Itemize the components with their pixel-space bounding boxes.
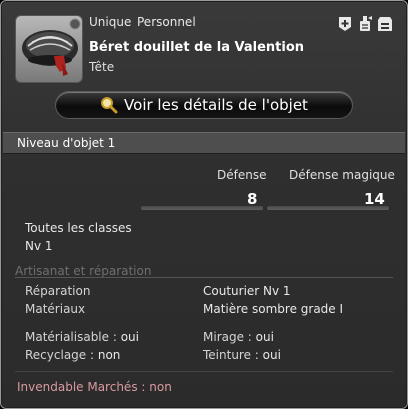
- crest-icon[interactable]: [357, 15, 373, 33]
- repair-value: Couturier Nv 1: [203, 284, 291, 298]
- dye-row: Teinture : oui: [203, 348, 281, 362]
- storage-icon[interactable]: [377, 15, 393, 33]
- stat-magic-defense-underline: [267, 206, 389, 210]
- mirage-row: Mirage : oui: [203, 330, 274, 344]
- rarity-label: Unique: [89, 15, 132, 29]
- materialize-value: oui: [120, 330, 139, 344]
- footer-divider: [15, 371, 393, 372]
- dye-value: oui: [262, 348, 281, 362]
- binding-label: Personnel: [137, 15, 196, 29]
- item-tooltip: Unique Personnel Béret douillet de la Va…: [0, 0, 408, 409]
- view-details-button[interactable]: Voir les détails de l'objet: [55, 91, 353, 119]
- class-requirement: Toutes les classes: [25, 221, 132, 235]
- item-name: Béret douillet de la Valention: [89, 40, 305, 55]
- crafting-section-title: Artisanat et réparation: [15, 264, 152, 278]
- repair-label: Réparation: [25, 284, 91, 298]
- top-icons: [337, 15, 393, 33]
- mirage-label: Mirage :: [203, 330, 256, 344]
- view-details-label: Voir les détails de l'objet: [124, 96, 308, 114]
- magnifier-icon: [101, 97, 118, 114]
- plus-icon[interactable]: [337, 15, 353, 33]
- mirage-value: oui: [255, 330, 274, 344]
- level-requirement: Nv 1: [25, 239, 53, 253]
- stat-magic-defense-label: Défense magique: [289, 168, 395, 182]
- stat-defense-label: Défense: [217, 168, 267, 182]
- item-level-bar: Niveau d'objet 1: [3, 132, 405, 154]
- market-status: Invendable Marchés : non: [17, 380, 172, 394]
- item-slot: Tête: [89, 60, 115, 74]
- item-icon: [15, 15, 83, 83]
- recycle-row: Recyclage : non: [25, 348, 120, 362]
- recycle-label: Recyclage :: [25, 348, 98, 362]
- item-level: Niveau d'objet 1: [17, 136, 116, 150]
- materialize-row: Matérialisable : oui: [25, 330, 139, 344]
- dye-label: Teinture :: [203, 348, 263, 362]
- materials-value: Matière sombre grade I: [203, 302, 344, 316]
- recycle-value: non: [97, 348, 121, 362]
- materialize-label: Matérialisable :: [25, 330, 121, 344]
- section-divider: [15, 277, 393, 278]
- stat-defense-underline: [141, 206, 263, 210]
- materials-label: Matériaux: [25, 302, 86, 316]
